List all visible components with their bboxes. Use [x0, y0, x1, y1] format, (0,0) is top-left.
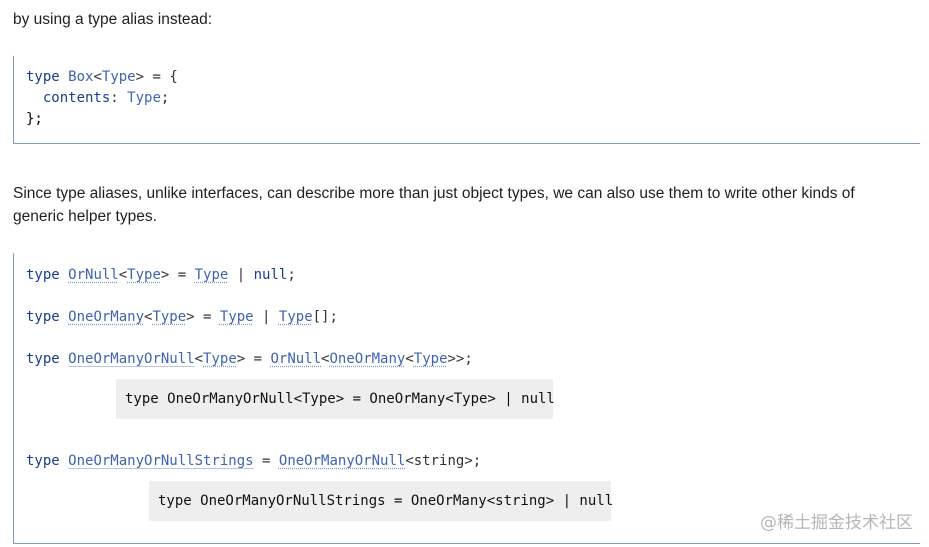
code-punct: [];: [312, 309, 338, 325]
type-ref[interactable]: Type: [220, 309, 254, 325]
middle-paragraph-line2: generic helper types.: [13, 208, 157, 225]
type-ref[interactable]: Type: [414, 351, 448, 367]
code-line-box-declaration: type Box<Type> = {: [26, 69, 178, 85]
keyword-type: type: [26, 267, 60, 283]
type-param[interactable]: Type: [127, 267, 161, 283]
code-line-close: };: [26, 111, 43, 127]
code-punct: > = {: [135, 69, 178, 85]
code-punct: ;: [287, 267, 296, 283]
type-ref-ornull[interactable]: OrNull: [270, 351, 321, 367]
type-hover-popup-oneormanyornullstrings: type OneOrManyOrNullStrings = OneOrMany<…: [149, 481, 613, 521]
code-line-contents: contents: Type;: [26, 88, 169, 108]
type-ref-oneormany[interactable]: OneOrMany: [329, 351, 405, 367]
keyword-type: type: [26, 453, 60, 469]
type-param[interactable]: Type: [203, 351, 237, 367]
middle-paragraph-line1: Since type aliases, unlike interfaces, c…: [13, 185, 855, 202]
type-ref: Type: [127, 90, 161, 106]
code-punct: > =: [160, 267, 195, 283]
code-punct: > =: [236, 351, 271, 367]
code-block-box-alias: type Box<Type> = { contents: Type; };: [13, 56, 920, 144]
keyword-type: type: [26, 351, 60, 367]
code-punct: |: [253, 309, 279, 325]
code-line-oneormanyornull: type OneOrManyOrNull<Type> = OrNull<OneO…: [26, 351, 473, 367]
type-name-oneormanyornullstrings[interactable]: OneOrManyOrNullStrings: [68, 453, 253, 469]
code-line-oneormany: type OneOrMany<Type> = Type | Type[];: [26, 309, 338, 325]
type-ref-oneormanyornull[interactable]: OneOrManyOrNull: [279, 453, 405, 469]
type-name-ornull[interactable]: OrNull: [68, 267, 119, 283]
code-punct: |: [228, 267, 254, 283]
keyword-type: type: [26, 309, 60, 325]
code-punct: >>;: [447, 351, 473, 367]
type-ref[interactable]: Type: [279, 309, 313, 325]
code-punct: =: [253, 453, 279, 469]
code-punct: ;: [160, 90, 170, 106]
keyword-type: type: [26, 69, 60, 85]
watermark-text: @稀土掘金技术社区: [760, 513, 913, 533]
code-punct: <string>;: [405, 453, 482, 469]
code-block-helper-types: type OrNull<Type> = Type | null; type On…: [13, 253, 920, 544]
type-param[interactable]: Type: [152, 309, 186, 325]
intro-paragraph: by using a type alias instead:: [13, 11, 213, 28]
property-contents: contents: [42, 90, 111, 106]
type-hover-popup-oneormanyornull: type OneOrManyOrNull<Type> = OneOrMany<T…: [116, 379, 555, 419]
type-ref[interactable]: Type: [195, 267, 229, 283]
type-name-oneormanyornull[interactable]: OneOrManyOrNull: [68, 351, 194, 367]
keyword-null: null: [253, 267, 288, 283]
code-line-ornull: type OrNull<Type> = Type | null;: [26, 267, 296, 283]
code-line-oneormanyornullstrings: type OneOrManyOrNullStrings = OneOrManyO…: [26, 451, 481, 471]
type-name-oneormany[interactable]: OneOrMany: [68, 309, 144, 325]
type-param: Type: [101, 69, 136, 85]
code-punct: > =: [186, 309, 220, 325]
type-name-box: Box: [68, 69, 94, 85]
code-punct: :: [110, 90, 128, 106]
